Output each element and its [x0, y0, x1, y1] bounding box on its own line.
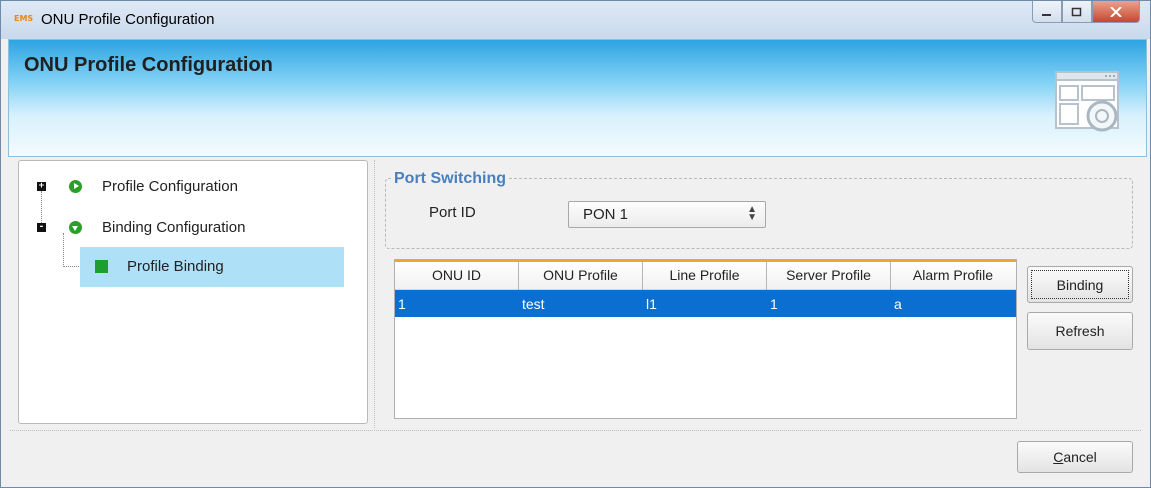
window-gear-graphic-icon: [1055, 71, 1119, 132]
binding-button-label: Binding: [1031, 270, 1129, 299]
cell-onu-id: 1: [398, 296, 406, 312]
page-title: ONU Profile Configuration: [24, 54, 273, 76]
cancel-button[interactable]: Cancel: [1017, 441, 1133, 473]
minimize-button[interactable]: [1032, 1, 1062, 23]
port-id-select[interactable]: PON 1 ▲ ▼: [568, 201, 766, 228]
table-header: ONU ID ONU Profile Line Profile Server P…: [395, 260, 1016, 290]
close-button[interactable]: [1092, 1, 1140, 23]
cell-onu-profile: test: [522, 296, 545, 312]
cell-alarm-profile: a: [894, 296, 902, 312]
window-controls: [1032, 1, 1140, 23]
cell-server-profile: 1: [770, 296, 778, 312]
ems-app-icon: EMS: [14, 14, 34, 23]
tree-item-profile-configuration[interactable]: Profile Configuration: [102, 178, 238, 195]
window-title: ONU Profile Configuration: [41, 11, 215, 28]
tree-item-binding-configuration[interactable]: Binding Configuration: [102, 219, 245, 236]
tree-item-profile-binding[interactable]: Profile Binding: [80, 247, 344, 287]
minimize-icon: [1042, 13, 1051, 16]
column-header-onu-profile[interactable]: ONU Profile: [519, 262, 643, 290]
maximize-button[interactable]: [1062, 1, 1092, 23]
navigation-tree-panel: [18, 160, 368, 424]
column-header-alarm-profile[interactable]: Alarm Profile: [891, 262, 1015, 290]
port-switching-title: Port Switching: [391, 170, 509, 188]
refresh-button-label: Refresh: [1055, 323, 1105, 339]
binding-table[interactable]: ONU ID ONU Profile Line Profile Server P…: [394, 259, 1017, 419]
column-header-onu-id[interactable]: ONU ID: [395, 262, 519, 290]
panel-divider: [374, 160, 375, 428]
header-banner: ONU Profile Configuration: [8, 39, 1147, 157]
cell-line-profile: l1: [646, 296, 657, 312]
green-square-icon: [95, 260, 108, 273]
tree-connector: [63, 233, 64, 267]
footer-divider: [10, 430, 1141, 431]
table-row[interactable]: 1 test l1 1 a: [395, 290, 1016, 317]
play-circle-icon: [69, 180, 82, 193]
title-bar[interactable]: EMS ONU Profile Configuration: [1, 1, 1150, 39]
expand-icon[interactable]: +: [37, 182, 46, 191]
close-icon: [1110, 6, 1122, 17]
collapse-icon[interactable]: -: [37, 223, 46, 232]
port-id-value: PON 1: [583, 206, 629, 223]
column-header-line-profile[interactable]: Line Profile: [643, 262, 767, 290]
column-header-server-profile[interactable]: Server Profile: [767, 262, 891, 290]
refresh-button[interactable]: Refresh: [1027, 312, 1133, 350]
maximize-icon: [1071, 7, 1082, 16]
binding-button[interactable]: Binding: [1027, 266, 1133, 303]
tree-item-label: Profile Binding: [127, 258, 224, 275]
spinner-arrows-icon[interactable]: ▲ ▼: [747, 205, 757, 223]
dialog-window: EMS ONU Profile Configuration ONU Profil…: [0, 0, 1151, 488]
port-id-label: Port ID: [429, 204, 476, 221]
cancel-button-label: Cancel: [1053, 449, 1097, 465]
down-circle-icon: [69, 221, 82, 234]
tree-connector: [63, 266, 79, 267]
